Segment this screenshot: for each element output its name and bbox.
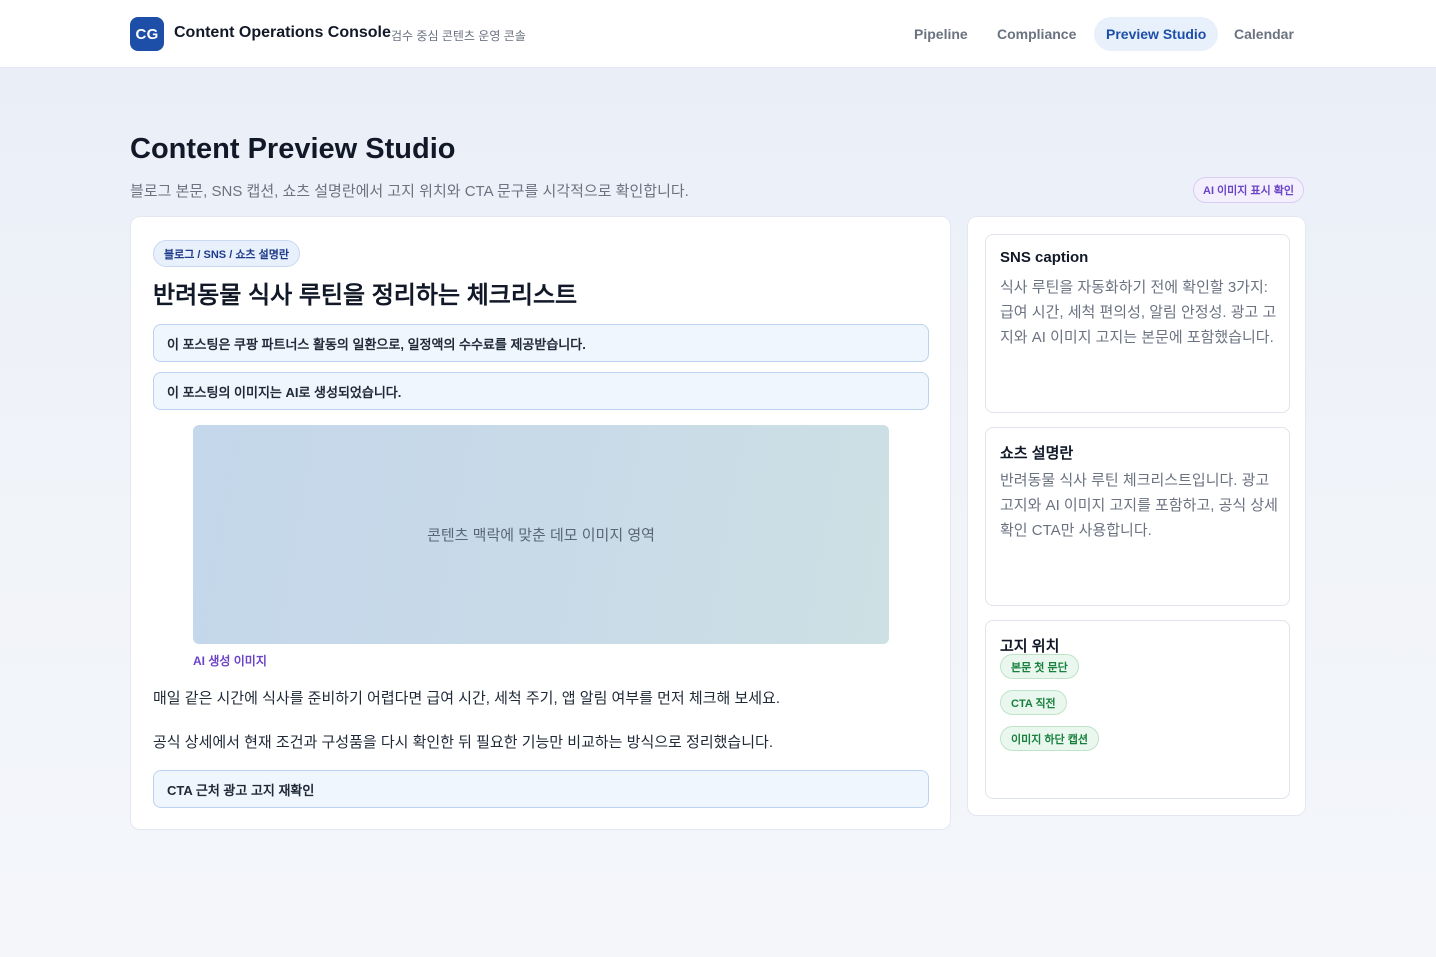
disclosure-positions-box: 고지 위치 본문 첫 문단 CTA 직전 이미지 하단 캡션 — [985, 620, 1290, 799]
page-description: 블로그 본문, SNS 캡션, 쇼츠 설명란에서 고지 위치와 CTA 문구를 … — [130, 183, 689, 200]
shorts-description-box: 쇼츠 설명란 반려동물 식사 루틴 체크리스트입니다. 광고 고지와 AI 이미… — [985, 427, 1290, 606]
channel-pill: 블로그 / SNS / 쇼츠 설명란 — [153, 240, 300, 267]
position-chip: 이미지 하단 캡션 — [1000, 726, 1099, 751]
app-subtitle: 검수 중심 콘텐츠 운영 콘솔 — [391, 29, 526, 43]
nav-pipeline[interactable]: Pipeline — [902, 17, 980, 51]
position-chip: 본문 첫 문단 — [1000, 654, 1079, 679]
page-title: Content Preview Studio — [130, 133, 456, 165]
sns-caption-title: SNS caption — [1000, 249, 1089, 266]
demo-image-area: 콘텐츠 맥락에 맞춘 데모 이미지 영역 — [193, 425, 889, 644]
cta-disclosure-notice: CTA 근처 광고 고지 재확인 — [153, 770, 929, 808]
nav-calendar[interactable]: Calendar — [1222, 17, 1306, 51]
app-title: Content Operations Console — [174, 24, 391, 41]
image-placeholder-label: 콘텐츠 맥락에 맞춘 데모 이미지 영역 — [427, 527, 655, 544]
shorts-description-text: 반려동물 식사 루틴 체크리스트입니다. 광고 고지와 AI 이미지 고지를 포… — [1000, 472, 1278, 539]
ai-image-check-badge: AI 이미지 표시 확인 — [1193, 177, 1305, 203]
nav-preview-studio[interactable]: Preview Studio — [1094, 17, 1219, 51]
nav-compliance[interactable]: Compliance — [985, 17, 1088, 51]
post-title: 반려동물 식사 루틴을 정리하는 체크리스트 — [153, 282, 578, 309]
sns-caption-box: SNS caption 식사 루틴을 자동화하기 전에 확인할 3가지: 급여 … — [985, 234, 1290, 413]
top-bar: CG Content Operations Console 검수 중심 콘텐츠 … — [0, 0, 1436, 68]
ad-disclosure-notice: 이 포스팅은 쿠팡 파트너스 활동의 일환으로, 일정액의 수수료를 제공받습니… — [153, 324, 929, 362]
sns-caption-text: 식사 루틴을 자동화하기 전에 확인할 3가지: 급여 시간, 세척 편의성, … — [1000, 279, 1277, 346]
channel-side-panel: SNS caption 식사 루틴을 자동화하기 전에 확인할 3가지: 급여 … — [967, 216, 1306, 816]
position-chip: CTA 직전 — [1000, 690, 1067, 715]
body-paragraph: 공식 상세에서 현재 조건과 구성품을 다시 확인한 뒤 필요한 기능만 비교하… — [153, 734, 773, 751]
app-logo[interactable]: CG — [130, 17, 164, 51]
ai-image-caption: AI 생성 이미지 — [193, 654, 267, 668]
shorts-description-title: 쇼츠 설명란 — [1000, 445, 1074, 462]
body-paragraph: 매일 같은 시간에 식사를 준비하기 어렵다면 급여 시간, 세척 주기, 앱 … — [153, 690, 781, 707]
blog-preview-card: 블로그 / SNS / 쇼츠 설명란 반려동물 식사 루틴을 정리하는 체크리스… — [130, 216, 951, 830]
disclosure-positions-title: 고지 위치 — [1000, 638, 1060, 655]
ai-image-notice: 이 포스팅의 이미지는 AI로 생성되었습니다. — [153, 372, 929, 410]
